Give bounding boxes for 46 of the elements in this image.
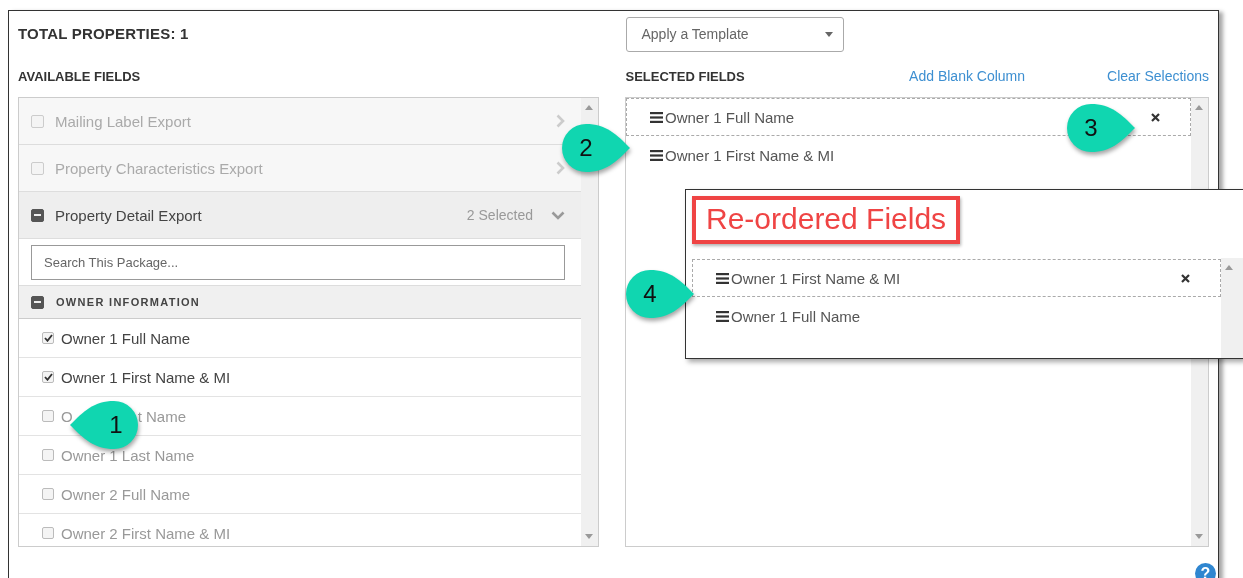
group-heading: OWNER INFORMATION [56, 296, 201, 308]
field-label: Owner 1 Last Name [61, 446, 195, 464]
template-dropdown[interactable]: Apply a Template [625, 16, 844, 52]
checkbox[interactable] [42, 410, 54, 422]
field-label: Owner 1 First Name & MI [61, 368, 231, 386]
link[interactable]: Add Blank Column [909, 68, 1026, 84]
field-label: Owner 1 Full Name [665, 108, 796, 126]
package-label: Property Characteristics Export [55, 159, 264, 177]
drag-handle-icon [650, 149, 663, 161]
selected-count: 2 Selected [466, 207, 533, 223]
checkbox[interactable] [31, 208, 44, 222]
scrollbar[interactable] [581, 98, 598, 546]
checkbox[interactable] [42, 332, 54, 344]
checkbox[interactable] [42, 488, 54, 500]
chevron-down-icon [551, 210, 565, 220]
field-label: O [61, 407, 73, 425]
scrollbar[interactable] [1221, 258, 1243, 358]
section-heading: SELECTED FIELDS [625, 68, 745, 84]
chevron-right-icon [556, 114, 565, 128]
section-heading: AVAILABLE FIELDS [18, 68, 142, 84]
link[interactable]: Clear Selections [1107, 68, 1209, 84]
package-label: Mailing Label Export [55, 112, 192, 130]
field-label: Owner 1 Full Name [731, 307, 862, 325]
close-icon [1151, 112, 1160, 122]
drag-handle-icon [650, 111, 663, 123]
checkbox[interactable] [42, 527, 54, 539]
search-field[interactable]: Search This Package... [31, 244, 565, 280]
drag-handle-icon [716, 272, 729, 284]
chevron-right-icon [556, 161, 565, 175]
drag-handle-icon [716, 310, 729, 322]
checkbox[interactable] [42, 449, 54, 461]
selected-field-row[interactable]: Owner 1 Full Name [692, 297, 1221, 335]
checkbox[interactable] [42, 371, 54, 383]
checkbox[interactable] [31, 295, 44, 309]
total-properties-heading: TOTAL PROPERTIES: 1 [18, 24, 190, 42]
field-label: t Name [137, 407, 187, 425]
field-label: Owner 1 First Name & MI [731, 269, 902, 287]
field-label: Owner 2 First Name & MI [61, 524, 231, 542]
field-label: Owner 2 Full Name [61, 485, 191, 503]
selected-field-row[interactable]: Owner 1 First Name & MI [692, 259, 1221, 297]
annotation-title: Re-ordered Fields [692, 196, 961, 244]
package-label: Property Detail Export [55, 206, 203, 224]
close-icon [1181, 273, 1190, 283]
package-row[interactable]: Property Detail Export 2 Selected [19, 192, 581, 239]
field-label: Owner 1 First Name & MI [665, 146, 836, 164]
field-label: Owner 1 Full Name [61, 329, 191, 347]
